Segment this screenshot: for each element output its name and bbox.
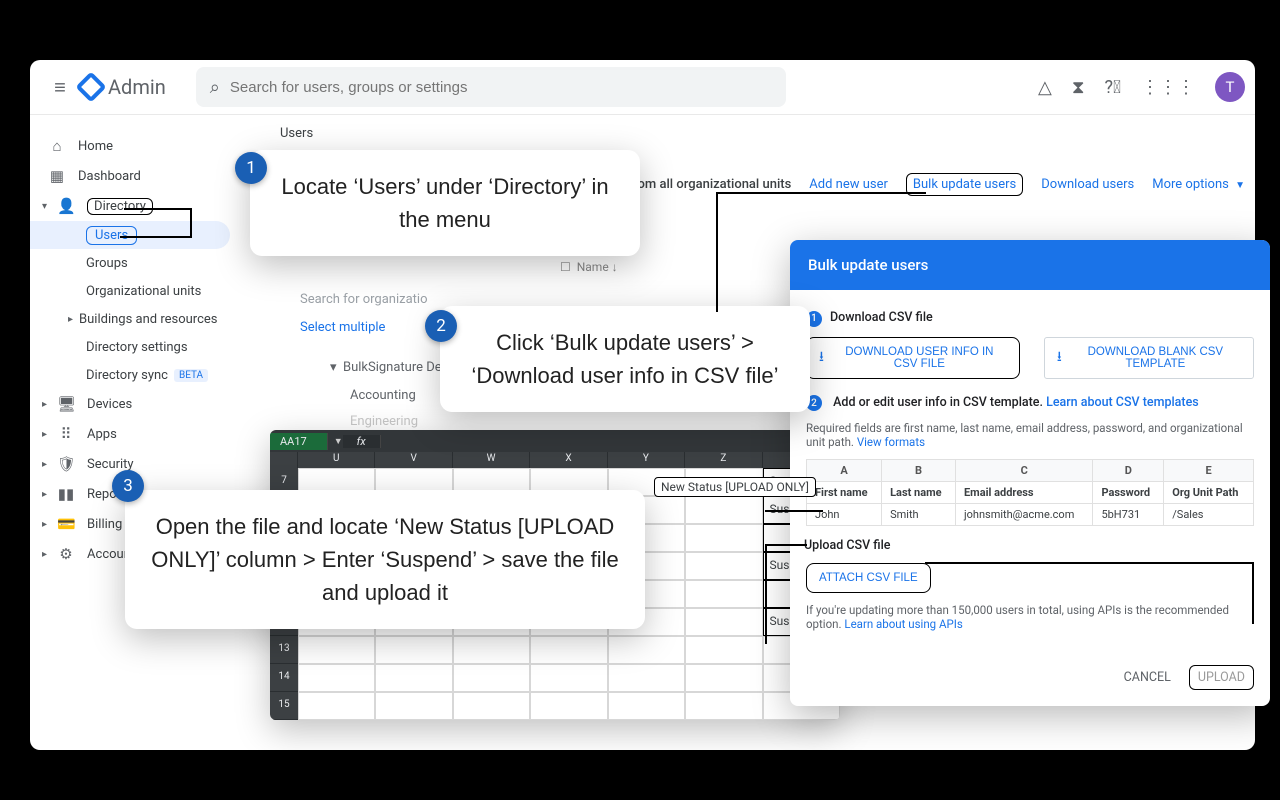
modal-title: Bulk update users — [790, 240, 1270, 290]
table-header-name: ☐ Name ↓ — [560, 260, 618, 274]
upload-hint: If you're updating more than 150,000 use… — [806, 603, 1254, 631]
chevron-right-icon: ▸ — [42, 489, 47, 500]
menu-icon[interactable]: ≡ — [40, 75, 80, 100]
beta-badge: BETA — [174, 369, 208, 382]
devices-icon: 🖥 — [57, 395, 75, 413]
sidebar-item-org-units[interactable]: Organizational units — [30, 277, 255, 305]
apps-icon: ⠿ — [57, 425, 75, 443]
apps-grid-icon[interactable]: ⋮⋮⋮ — [1141, 77, 1195, 98]
help-icon[interactable]: ?⃝ — [1105, 77, 1122, 98]
select-multiple-link[interactable]: Select multiple — [300, 320, 385, 335]
step-1-title: Download CSV file — [830, 310, 933, 325]
new-status-column-header: New Status [UPLOAD ONLY] — [654, 477, 816, 497]
avatar[interactable]: T — [1215, 72, 1245, 102]
search-org-text: Search for organizatio — [300, 292, 427, 307]
search-icon: ⌕ — [210, 77, 220, 98]
sidebar-item-dir-sync[interactable]: Directory sync BETA — [30, 361, 255, 389]
chevron-right-icon: ▸ — [42, 459, 47, 470]
sidebar-item-groups[interactable]: Groups — [30, 249, 255, 277]
download-blank-template-button[interactable]: ⭳ DOWNLOAD BLANK CSV TEMPLATE — [1044, 337, 1254, 379]
chevron-right-icon: ▸ — [42, 549, 47, 560]
more-options-link[interactable]: More options ▼ — [1152, 177, 1245, 192]
sidebar-item-users[interactable]: Users — [30, 221, 230, 249]
attach-csv-button[interactable]: ATTACH CSV FILE — [806, 563, 931, 593]
table-row: John Smith johnsmith@acme.com 5bH731 /Sa… — [807, 504, 1254, 526]
chevron-down-icon: ▾ — [42, 201, 47, 212]
billing-icon: 💳 — [57, 515, 75, 533]
view-formats-link[interactable]: View formats — [857, 435, 925, 449]
required-fields-note: Required fields are first name, last nam… — [806, 421, 1254, 449]
fx-label: fx — [343, 435, 381, 448]
sidebar-item-dashboard[interactable]: ▦ Dashboard — [30, 161, 255, 191]
admin-console-window: ≡ Admin ⌕ △ ⧗ ?⃝ ⋮⋮⋮ T ⌂ Home ▦ Dashboar… — [30, 60, 1255, 750]
org-tree-item[interactable]: Engineering — [350, 414, 418, 429]
topbar: ≡ Admin ⌕ △ ⧗ ?⃝ ⋮⋮⋮ T — [30, 60, 1255, 115]
add-user-link[interactable]: Add new user — [809, 177, 888, 192]
upload-button[interactable]: UPLOAD — [1189, 665, 1254, 690]
bulk-update-modal: Bulk update users 1Download CSV file ⭳ D… — [790, 240, 1270, 706]
sidebar: ⌂ Home ▦ Dashboard ▾ 👤 Directory Users G… — [30, 115, 255, 750]
download-icon: ⭳ — [819, 346, 824, 370]
reporting-icon: ▮▮ — [57, 485, 75, 503]
chevron-right-icon: ▸ — [42, 519, 47, 530]
download-icon: ⭳ — [1057, 346, 1062, 370]
cancel-button[interactable]: CANCEL — [1124, 670, 1171, 685]
cell-reference-box[interactable]: AA17 — [270, 433, 328, 450]
step-badge-2-annotation: 2 — [425, 310, 457, 342]
callout-3: Open the file and locate ‘New Status [UP… — [125, 490, 645, 629]
learn-apis-link[interactable]: Learn about using APIs — [844, 617, 962, 631]
dashboard-icon: ▦ — [48, 167, 66, 185]
directory-icon: 👤 — [57, 197, 75, 215]
chevron-down-icon: ▼ — [1235, 180, 1245, 191]
sheet-column-headers: UVW XYZ AA — [270, 452, 840, 468]
learn-csv-templates-link[interactable]: Learn about CSV templates — [1046, 395, 1199, 410]
step-2-title: Add or edit user info in CSV template. — [833, 395, 1043, 410]
sidebar-item-buildings[interactable]: ▸ Buildings and resources — [30, 305, 255, 333]
brand: Admin — [80, 75, 166, 99]
org-tree-item[interactable]: Accounting — [350, 388, 416, 403]
step-3-title: Upload CSV file — [804, 538, 890, 553]
sidebar-item-home[interactable]: ⌂ Home — [30, 131, 255, 161]
csv-preview-table: A B C D E First name Last name Email add… — [806, 459, 1254, 526]
search-input[interactable] — [230, 79, 772, 96]
notification-icon[interactable]: △ — [1038, 77, 1052, 98]
callout-1: Locate ‘Users’ under ‘Directory’ in the … — [250, 150, 640, 256]
shield-icon: 🛡 — [57, 455, 75, 473]
sidebar-item-security[interactable]: ▸ 🛡 Security — [30, 449, 255, 479]
download-users-link[interactable]: Download users — [1041, 177, 1134, 192]
breadcrumb: Users — [280, 126, 313, 141]
search-bar[interactable]: ⌕ — [196, 67, 786, 107]
sidebar-item-devices[interactable]: ▸ 🖥 Devices — [30, 389, 255, 419]
callout-2: Click ‘Bulk update users’ > ‘Download us… — [440, 306, 810, 412]
sidebar-item-dir-settings[interactable]: Directory settings — [30, 333, 255, 361]
sidebar-item-directory[interactable]: ▾ 👤 Directory — [30, 191, 255, 221]
hourglass-icon[interactable]: ⧗ — [1072, 77, 1085, 98]
home-icon: ⌂ — [48, 137, 66, 155]
chevron-right-icon: ▸ — [42, 429, 47, 440]
step-badge-1-annotation: 1 — [235, 152, 267, 184]
chevron-right-icon: ▸ — [68, 314, 73, 325]
cell-ref-dropdown-icon[interactable]: ▼ — [334, 436, 343, 447]
chevron-right-icon: ▸ — [42, 399, 47, 410]
sidebar-item-apps[interactable]: ▸ ⠿ Apps — [30, 419, 255, 449]
admin-logo-icon — [75, 71, 106, 102]
brand-title: Admin — [108, 75, 166, 99]
download-user-info-button[interactable]: ⭳ DOWNLOAD USER INFO IN CSV FILE — [806, 337, 1020, 379]
step-badge-3-annotation: 3 — [112, 470, 144, 502]
account-icon: ⚙ — [57, 545, 75, 563]
